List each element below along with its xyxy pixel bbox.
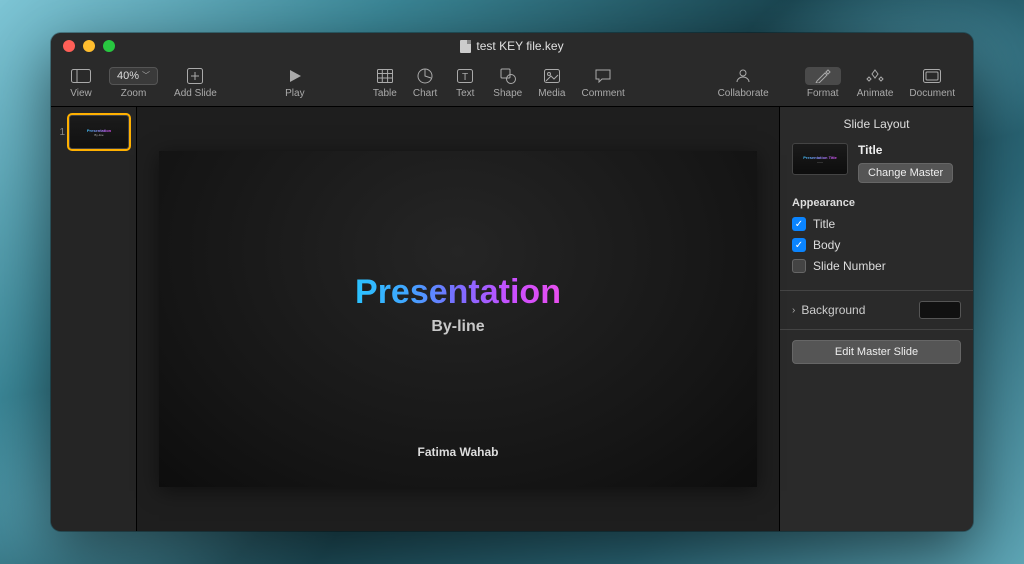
collaborate-button[interactable]: Collaborate <box>710 67 777 99</box>
slide-number-checkbox-label: Slide Number <box>813 259 886 273</box>
body-checkbox-label: Body <box>813 238 840 252</box>
play-icon <box>288 67 302 85</box>
svg-text:T: T <box>462 72 468 83</box>
change-master-button[interactable]: Change Master <box>858 163 953 183</box>
checkbox-unchecked-icon[interactable] <box>792 259 806 273</box>
minimize-window-button[interactable] <box>83 40 95 52</box>
title-checkbox-label: Title <box>813 217 835 231</box>
plus-icon <box>187 67 203 85</box>
animate-icon <box>866 67 884 85</box>
checkbox-checked-icon[interactable]: ✓ <box>792 217 806 231</box>
divider <box>780 290 973 291</box>
zoom-button[interactable]: 40% ﹀ Zoom <box>101 67 166 99</box>
document-button[interactable]: Document <box>901 67 963 99</box>
checkbox-checked-icon[interactable]: ✓ <box>792 238 806 252</box>
format-inspector: Slide Layout Presentation Title —— Title… <box>779 107 973 531</box>
play-button[interactable]: Play <box>275 67 315 99</box>
layout-name: Title <box>858 143 961 157</box>
text-icon: T <box>457 67 473 85</box>
chevron-right-icon: › <box>792 305 795 316</box>
table-button[interactable]: Table <box>365 67 405 99</box>
app-window: test KEY file.key View 40% ﹀ Zoom <box>51 33 973 531</box>
slide-title[interactable]: Presentation <box>355 273 561 312</box>
background-swatch[interactable] <box>919 301 961 319</box>
window-title-text: test KEY file.key <box>476 39 563 53</box>
content-area: 1 Presentation By-line Presentation By-l… <box>51 107 973 531</box>
chevron-down-icon: ﹀ <box>142 70 150 81</box>
comment-icon <box>595 67 611 85</box>
document-rect-icon <box>923 67 941 85</box>
shape-icon <box>500 67 516 85</box>
zoom-dropdown[interactable]: 40% ﹀ <box>109 67 158 85</box>
inspector-header: Slide Layout <box>792 117 961 131</box>
slide-canvas[interactable]: Presentation By-line Fatima Wahab <box>159 151 757 487</box>
collaborate-icon <box>734 67 752 85</box>
titlebar: test KEY file.key <box>51 33 973 59</box>
canvas-area[interactable]: Presentation By-line Fatima Wahab <box>137 107 779 531</box>
chart-button[interactable]: Chart <box>405 67 445 99</box>
slide-number-checkbox-row[interactable]: Slide Number <box>792 259 961 273</box>
body-checkbox-row[interactable]: ✓ Body <box>792 238 961 252</box>
title-checkbox-row[interactable]: ✓ Title <box>792 217 961 231</box>
background-label: Background <box>801 303 865 317</box>
slide-navigator: 1 Presentation By-line <box>51 107 137 531</box>
chart-icon <box>417 67 433 85</box>
zoom-window-button[interactable] <box>103 40 115 52</box>
add-slide-button[interactable]: Add Slide <box>166 67 225 99</box>
close-window-button[interactable] <box>63 40 75 52</box>
toolbar: View 40% ﹀ Zoom Add Slide <box>51 59 973 107</box>
background-row[interactable]: › Background <box>792 301 961 319</box>
window-title: test KEY file.key <box>460 39 563 53</box>
slide-author[interactable]: Fatima Wahab <box>418 445 499 459</box>
format-icon <box>805 67 841 85</box>
navigator-slide-row[interactable]: 1 Presentation By-line <box>57 115 130 149</box>
view-button[interactable]: View <box>61 67 101 99</box>
traffic-lights <box>63 40 115 52</box>
table-icon <box>377 67 393 85</box>
appearance-label: Appearance <box>792 197 961 209</box>
comment-button[interactable]: Comment <box>573 67 632 99</box>
divider <box>780 329 973 330</box>
animate-button[interactable]: Animate <box>849 67 902 99</box>
document-icon <box>460 40 471 53</box>
text-button[interactable]: T Text <box>445 67 485 99</box>
shape-button[interactable]: Shape <box>485 67 530 99</box>
layout-thumbnail: Presentation Title —— <box>792 143 848 175</box>
view-icon <box>71 67 91 85</box>
slide-byline[interactable]: By-line <box>431 318 484 336</box>
format-button[interactable]: Format <box>797 67 849 99</box>
slide-thumbnail[interactable]: Presentation By-line <box>69 115 129 149</box>
media-button[interactable]: Media <box>530 67 573 99</box>
slide-number: 1 <box>57 127 65 138</box>
media-icon <box>544 67 560 85</box>
edit-master-slide-button[interactable]: Edit Master Slide <box>792 340 961 364</box>
